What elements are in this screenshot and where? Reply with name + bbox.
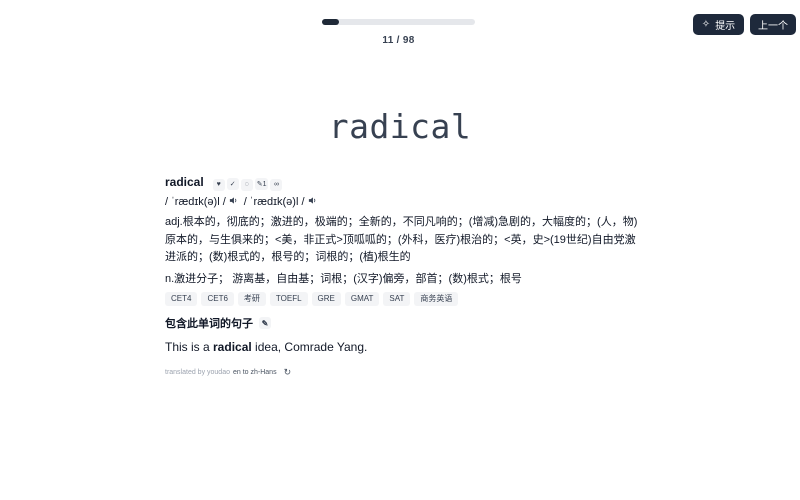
refresh-icon[interactable]: ↻ <box>284 367 292 378</box>
progress-bar <box>322 19 475 25</box>
sentence-before: This is a <box>165 340 214 354</box>
action-icons: ♥ ✓ ◌ ✎1 ∞ <box>212 173 285 191</box>
hint-label: 提示 <box>715 21 736 32</box>
progress-fill <box>322 19 340 25</box>
sentence-highlight: radical <box>213 340 252 354</box>
sentences-heading-label: 包含此单词的句子 <box>165 318 253 330</box>
link-icon[interactable]: ∞ <box>270 178 283 191</box>
definition-noun: n.激进分子； 游离基，自由基；词根；(汉字)偏旁，部首；(数)根式；根号 <box>165 272 522 285</box>
exam-tag: CET4 <box>165 292 198 306</box>
previous-label: 上一个 <box>758 21 788 32</box>
sparkle-icon: ✧ <box>701 19 711 30</box>
example-sentence: This is a radical idea, Comrade Yang. <box>165 340 640 354</box>
hint-button[interactable]: ✧ 提示 <box>693 14 744 35</box>
progress-counter: 11 / 98 <box>382 35 415 46</box>
check-double-icon[interactable]: ✓ <box>226 178 239 190</box>
previous-button[interactable]: 上一个 <box>750 14 796 35</box>
credit-prefix: translated by youdao <box>165 369 230 376</box>
phonetic-row: / ˈrædɪk(ə)l / / ˈrædɪk(ə)l / <box>165 195 640 209</box>
exam-tag: 考研 <box>237 292 266 306</box>
exam-tag: GRE <box>311 292 341 306</box>
exam-tag: 商务英语 <box>414 292 459 306</box>
definition-adj: adj.根本的，彻底的；激进的，极端的；全新的，不同凡响的；(增减)急剧的，大幅… <box>165 216 638 263</box>
word-detail: radical ♥ ✓ ◌ ✎1 ∞ / ˈrædɪk(ə)l / / ˈrædɪk(ə… <box>165 175 640 378</box>
speaker-icon[interactable] <box>308 196 317 208</box>
edit-icon[interactable]: ✎ <box>259 317 271 329</box>
phonetic-us: / ˈrædɪk(ə)l / <box>243 196 305 208</box>
phonetic-uk: / ˈrædɪk(ə)l / <box>165 196 226 208</box>
exam-tag: TOEFL <box>269 292 308 306</box>
exam-tag: CET6 <box>201 292 234 306</box>
sentence-after: idea, Comrade Yang. <box>251 340 368 354</box>
exam-tag: SAT <box>383 292 411 306</box>
exam-tags: CET4 CET6 考研 TOEFL GRE GMAT SAT 商务英语 <box>165 292 640 306</box>
heart-icon[interactable]: ♥ <box>212 178 225 191</box>
credit-language: en to zh-Hans <box>233 369 277 376</box>
exam-tag: GMAT <box>344 292 380 306</box>
pencil-count-icon[interactable]: ✎1 <box>254 178 269 190</box>
chat-bubble-icon[interactable]: ◌ <box>240 178 253 191</box>
headword-row: radical ♥ ✓ ◌ ✎1 ∞ <box>165 173 640 191</box>
translation-credit: translated by youdao en to zh-Hans ↻ <box>165 367 640 378</box>
headword: radical <box>165 175 204 189</box>
sentences-heading: 包含此单词的句子 ✎ <box>165 315 640 331</box>
speaker-icon[interactable] <box>229 196 238 208</box>
word-title: radical <box>328 107 472 146</box>
